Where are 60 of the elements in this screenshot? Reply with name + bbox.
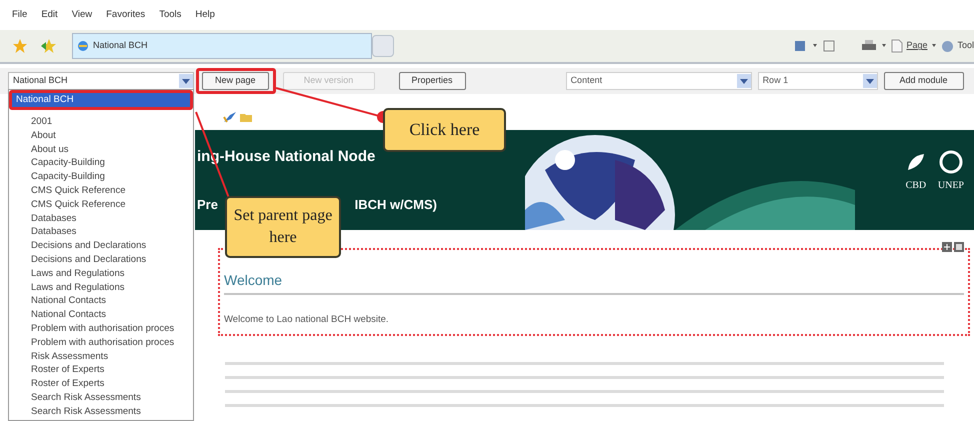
ring-logo-icon <box>938 150 963 174</box>
banner-subtitle: Pre <box>197 196 218 214</box>
menu-item[interactable]: Edit <box>41 8 58 22</box>
move-icon[interactable] <box>942 242 952 252</box>
list-item[interactable]: National Contacts <box>9 294 193 308</box>
list-item[interactable]: Laws and Regulations <box>9 266 193 281</box>
menu-item[interactable]: File <box>12 8 28 22</box>
toolbar-button[interactable]: Properties <box>398 72 466 90</box>
list-item[interactable]: Problem with authorisation proces <box>9 322 193 336</box>
module-title: Welcome <box>224 271 284 290</box>
logo-caption: UNEP <box>938 179 964 193</box>
list-item[interactable]: Search Risk Assessments <box>9 404 193 419</box>
list-item[interactable]: About us <box>9 142 193 156</box>
dropdown-caret-icon[interactable] <box>813 44 818 48</box>
dropdown-caret-icon[interactable] <box>932 44 936 48</box>
parent-page-dropdown-menu[interactable] <box>8 89 194 421</box>
list-item[interactable]: Capacity-Building <box>9 170 193 184</box>
page-icon[interactable] <box>891 39 904 53</box>
list-item[interactable]: CMS Quick Reference <box>9 184 193 198</box>
list-item[interactable]: Databases <box>9 225 193 240</box>
module-text: Welcome to Lao national BCH website. <box>224 313 390 327</box>
parent-page-select[interactable]: National BCH <box>8 72 194 90</box>
list-item[interactable]: Roster of Experts <box>9 377 193 391</box>
list-item[interactable]: Risk Assessments <box>9 350 193 364</box>
list-item[interactable]: National Contacts <box>9 308 193 322</box>
add-module-button[interactable]: Add module <box>884 72 964 90</box>
favorites-star-icon[interactable] <box>12 38 28 54</box>
print-icon[interactable] <box>861 39 878 53</box>
toolbar-button[interactable]: New page <box>202 72 269 90</box>
list-item[interactable]: About <box>9 128 193 143</box>
list-item[interactable]: Decisions and Declarations <box>9 252 193 267</box>
menu-item[interactable]: View <box>72 8 92 22</box>
tab-title: National BCH <box>93 39 148 52</box>
logo-caption: CBD <box>906 179 926 193</box>
list-item[interactable]: Problem with authorisation proces <box>9 336 193 350</box>
list-item[interactable]: Laws and Regulations <box>9 280 193 294</box>
list-item[interactable]: Databases <box>9 212 193 226</box>
menu-item[interactable]: Favorites <box>106 8 146 22</box>
page-menu[interactable]: Page <box>906 39 928 53</box>
close-icon[interactable] <box>954 242 964 252</box>
edit-icon[interactable] <box>223 111 237 123</box>
menu-item[interactable]: Tools <box>159 8 182 22</box>
menu-item[interactable]: Help <box>195 8 215 22</box>
list-item[interactable]: National BCH <box>9 90 193 110</box>
list-item[interactable]: Search Risk Assessments <box>9 390 193 405</box>
list-item[interactable]: 2001 <box>9 115 193 129</box>
tools-menu[interactable]: Tool <box>957 39 974 53</box>
list-item[interactable]: Roster of Experts <box>9 363 193 378</box>
browser-logo-icon <box>77 40 89 52</box>
list-item[interactable]: Decisions and Declarations <box>9 239 193 253</box>
browser-tab[interactable]: National BCH <box>72 33 372 59</box>
banner-subtitle: IBCH w/CMS) <box>354 196 437 214</box>
list-item[interactable]: Capacity-Building <box>9 156 193 170</box>
list-item[interactable]: CMS Quick Reference <box>9 198 193 212</box>
callout: Click here <box>383 108 506 152</box>
callout: Set parent page here <box>225 196 341 258</box>
add-favorite-icon[interactable] <box>40 38 58 54</box>
pane-select[interactable]: Content <box>566 72 752 90</box>
row-select[interactable]: Row 1 <box>758 72 878 90</box>
dropdown-caret-icon[interactable] <box>882 44 886 48</box>
